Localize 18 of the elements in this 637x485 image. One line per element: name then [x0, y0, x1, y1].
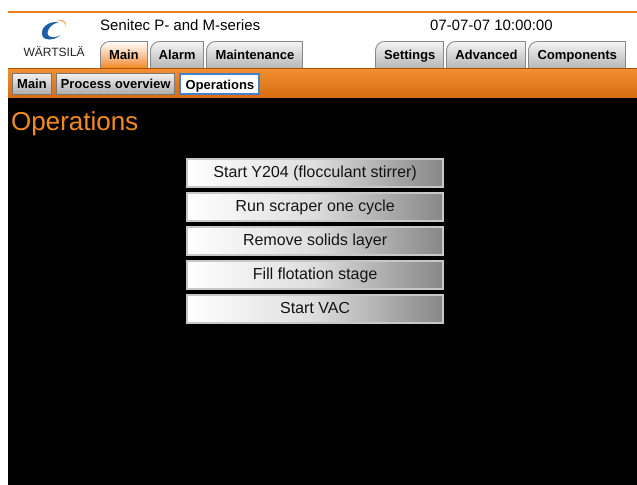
subtab[interactable]: Main — [12, 72, 52, 94]
subtab[interactable]: Process overview — [56, 72, 176, 94]
page-title: Operations — [11, 108, 138, 134]
tab[interactable]: Advanced — [446, 41, 526, 68]
logo-text: WÄRTSILÄ — [23, 46, 85, 58]
app-title: Senitec P- and M-series — [100, 16, 262, 36]
action-button[interactable]: Start Y204 (flocculant stirrer) — [186, 158, 444, 188]
tab[interactable]: Settings — [375, 41, 444, 68]
action-button[interactable]: Remove solids layer — [186, 226, 444, 256]
action-button[interactable]: Start VAC — [186, 294, 444, 324]
subtab[interactable]: Operations — [179, 72, 260, 94]
tab[interactable]: Main — [100, 41, 148, 68]
tab[interactable]: Maintenance — [206, 41, 304, 68]
action-button[interactable]: Run scraper one cycle — [186, 192, 444, 222]
action-button[interactable]: Fill flotation stage — [186, 260, 444, 290]
tab[interactable]: Alarm — [150, 41, 204, 68]
datetime: 07-07-07 10:00:00 — [430, 16, 553, 36]
tab[interactable]: Components — [528, 41, 626, 68]
